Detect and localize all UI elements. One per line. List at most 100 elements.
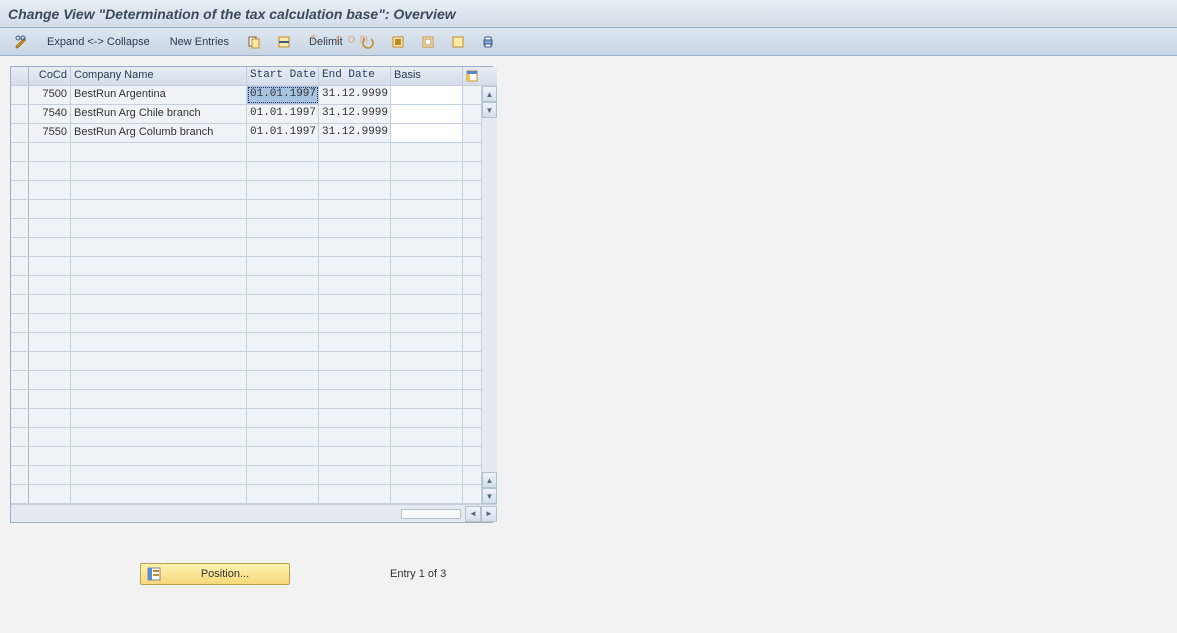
cell-end-date[interactable]: 31.12.9999 (319, 124, 391, 142)
cell-company-name[interactable] (71, 485, 247, 503)
cell-cocd[interactable] (29, 143, 71, 161)
delete-button[interactable] (270, 32, 298, 52)
cell-company-name[interactable] (71, 466, 247, 484)
cell-start-date[interactable] (247, 143, 319, 161)
scroll-up-button[interactable]: ▲ (482, 86, 497, 102)
cell-basis[interactable] (391, 162, 463, 180)
table-settings-button[interactable] (463, 67, 481, 85)
cell-basis[interactable] (391, 257, 463, 275)
cell-cocd[interactable] (29, 181, 71, 199)
row-selector[interactable] (11, 447, 29, 465)
cell-start-date[interactable] (247, 333, 319, 351)
cell-cocd[interactable] (29, 447, 71, 465)
deselect-all-button[interactable] (444, 32, 472, 52)
cell-cocd[interactable] (29, 371, 71, 389)
cell-cocd[interactable] (29, 466, 71, 484)
cell-basis[interactable] (391, 485, 463, 503)
cell-end-date[interactable] (319, 200, 391, 218)
scroll-thumb-bottom[interactable]: ▲ (482, 472, 497, 488)
cell-end-date[interactable]: 31.12.9999 (319, 86, 391, 104)
cell-cocd[interactable] (29, 200, 71, 218)
cell-start-date[interactable] (247, 219, 319, 237)
cell-basis[interactable] (391, 466, 463, 484)
cell-basis[interactable] (391, 143, 463, 161)
cell-end-date[interactable] (319, 352, 391, 370)
cell-company-name[interactable] (71, 219, 247, 237)
cell-basis[interactable] (391, 295, 463, 313)
cell-cocd[interactable] (29, 485, 71, 503)
cell-basis[interactable] (391, 409, 463, 427)
cell-end-date[interactable]: 31.12.9999 (319, 105, 391, 123)
position-button[interactable]: Position... (140, 563, 290, 585)
new-entries-button[interactable]: New Entries (161, 32, 238, 52)
cell-company-name[interactable] (71, 333, 247, 351)
cell-cocd[interactable]: 7550 (29, 124, 71, 142)
cell-cocd[interactable] (29, 314, 71, 332)
row-selector[interactable] (11, 485, 29, 503)
print-button[interactable] (474, 32, 502, 52)
row-selector[interactable] (11, 143, 29, 161)
cell-basis[interactable] (391, 276, 463, 294)
cell-company-name[interactable] (71, 428, 247, 446)
cell-basis[interactable] (391, 219, 463, 237)
cell-cocd[interactable] (29, 352, 71, 370)
cell-cocd[interactable]: 7500 (29, 86, 71, 104)
cell-cocd[interactable] (29, 428, 71, 446)
cell-cocd[interactable] (29, 238, 71, 256)
cell-end-date[interactable] (319, 295, 391, 313)
cell-company-name[interactable] (71, 162, 247, 180)
row-selector[interactable] (11, 257, 29, 275)
column-header-cocd[interactable]: CoCd (29, 67, 71, 85)
cell-start-date[interactable]: 01.01.1997 (247, 124, 319, 142)
cell-cocd[interactable] (29, 295, 71, 313)
row-selector[interactable] (11, 105, 29, 123)
copy-as-button[interactable] (240, 32, 268, 52)
row-selector[interactable] (11, 276, 29, 294)
cell-basis[interactable] (391, 428, 463, 446)
cell-basis[interactable] (391, 105, 463, 123)
cell-start-date[interactable] (247, 181, 319, 199)
cell-company-name[interactable] (71, 257, 247, 275)
row-selector[interactable] (11, 181, 29, 199)
row-selector[interactable] (11, 371, 29, 389)
cell-start-date[interactable] (247, 428, 319, 446)
cell-start-date[interactable] (247, 238, 319, 256)
row-selector[interactable] (11, 238, 29, 256)
row-selector[interactable] (11, 86, 29, 104)
cell-company-name[interactable] (71, 352, 247, 370)
cell-start-date[interactable] (247, 447, 319, 465)
cell-company-name[interactable] (71, 143, 247, 161)
cell-end-date[interactable] (319, 428, 391, 446)
cell-company-name[interactable] (71, 295, 247, 313)
cell-basis[interactable] (391, 181, 463, 199)
row-selector[interactable] (11, 390, 29, 408)
cell-cocd[interactable] (29, 257, 71, 275)
undo-button[interactable] (354, 32, 382, 52)
cell-start-date[interactable]: 01.01.1997 (247, 86, 319, 104)
column-header-end-date[interactable]: End Date (319, 67, 391, 85)
cell-end-date[interactable] (319, 238, 391, 256)
scroll-thumb-top[interactable]: ▼ (482, 102, 497, 118)
cell-start-date[interactable] (247, 314, 319, 332)
cell-start-date[interactable] (247, 295, 319, 313)
cell-end-date[interactable] (319, 466, 391, 484)
cell-company-name[interactable] (71, 447, 247, 465)
cell-end-date[interactable] (319, 143, 391, 161)
cell-start-date[interactable] (247, 409, 319, 427)
cell-start-date[interactable] (247, 257, 319, 275)
row-selector[interactable] (11, 219, 29, 237)
cell-cocd[interactable] (29, 333, 71, 351)
row-selector[interactable] (11, 428, 29, 446)
cell-basis[interactable] (391, 390, 463, 408)
scroll-down-button[interactable]: ▼ (482, 488, 497, 504)
column-header-basis[interactable]: Basis (391, 67, 463, 85)
cell-company-name[interactable] (71, 181, 247, 199)
cell-end-date[interactable] (319, 390, 391, 408)
cell-end-date[interactable] (319, 371, 391, 389)
cell-start-date[interactable] (247, 200, 319, 218)
cell-end-date[interactable] (319, 485, 391, 503)
cell-start-date[interactable] (247, 371, 319, 389)
column-header-start-date[interactable]: Start Date (247, 67, 319, 85)
cell-end-date[interactable] (319, 162, 391, 180)
cell-company-name[interactable] (71, 409, 247, 427)
